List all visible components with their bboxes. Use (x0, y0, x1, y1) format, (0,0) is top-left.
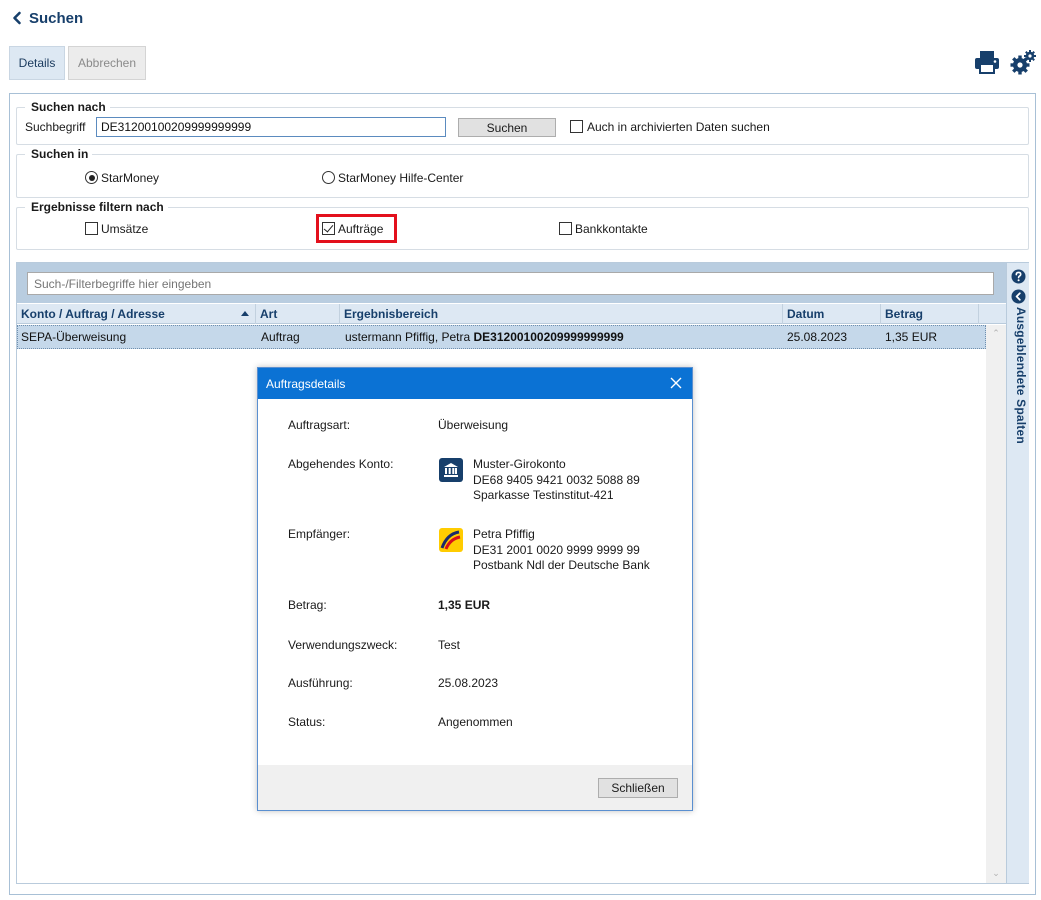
cell-account: SEPA-Überweisung (21, 330, 127, 344)
from-account-name: Muster-Girokonto (473, 457, 566, 471)
results-scrollbar[interactable]: ⌃ ⌄ (986, 325, 1006, 883)
column-header-area[interactable]: Ergebnisbereich (340, 304, 783, 324)
scroll-down-icon[interactable]: ⌄ (992, 869, 1000, 878)
cell-date: 25.08.2023 (787, 330, 848, 344)
help-icon[interactable] (1011, 269, 1026, 284)
dialog-titlebar: Auftragsdetails (258, 368, 692, 399)
dialog-footer: Schließen (258, 765, 692, 810)
search-term-label: Suchbegriff (25, 120, 86, 134)
scroll-up-icon[interactable]: ⌃ (992, 329, 1000, 338)
results-filter-bar (17, 263, 1006, 303)
results-filter-input[interactable] (27, 272, 994, 295)
print-icon[interactable] (974, 49, 1000, 75)
status-label: Status: (288, 715, 326, 729)
search-in-title: Suchen in (25, 147, 93, 161)
purpose-value: Test (438, 638, 461, 652)
filter-auftraege-checkbox[interactable] (322, 222, 335, 235)
cell-type: Auftrag (261, 330, 300, 344)
recipient-bank: Postbank Ndl der Deutsche Bank (473, 558, 650, 572)
hidden-columns-label: Ausgeblendete Spalten (1014, 307, 1028, 444)
sparkasse-bank-icon (439, 458, 463, 482)
column-header-date[interactable]: Datum (783, 304, 881, 324)
radio-help-center[interactable] (322, 171, 335, 184)
execution-value: 25.08.2023 (438, 676, 499, 690)
order-type-label: Auftragsart: (288, 418, 351, 432)
radio-starmoney[interactable] (85, 171, 98, 184)
search-button[interactable]: Suchen (458, 118, 556, 137)
filter-bankkontakte-label: Bankkontakte (575, 222, 648, 236)
archive-checkbox[interactable] (570, 120, 583, 133)
settings-gears-icon[interactable] (1010, 49, 1037, 76)
filter-umsaetze-checkbox[interactable] (85, 222, 98, 235)
filter-auftraege-label: Aufträge (338, 222, 384, 236)
column-header-type[interactable]: Art (256, 304, 340, 324)
search-by-title: Suchen nach (25, 100, 110, 114)
archive-label: Auch in archivierten Daten suchen (587, 120, 770, 134)
amount-value: 1,35 EUR (438, 598, 491, 612)
recipient-name: Petra Pfiffig (473, 527, 535, 541)
column-header-amount[interactable]: Betrag (881, 304, 979, 324)
recipient-details: Petra Pfiffig DE31 2001 0020 9999 9999 9… (473, 527, 650, 574)
from-account-iban: DE68 9405 9421 0032 5088 89 (473, 472, 640, 487)
from-account-details: Muster-Girokonto DE68 9405 9421 0032 508… (473, 457, 640, 504)
cancel-button[interactable]: Abbrechen (68, 46, 146, 80)
dialog-title: Auftragsdetails (266, 377, 346, 391)
order-details-dialog: Auftragsdetails Auftragsart: Überweisung… (257, 367, 693, 811)
back-link[interactable]: Suchen (10, 8, 83, 28)
from-account-bank: Sparkasse Testinstitut-421 (473, 488, 614, 502)
execution-label: Ausführung: (288, 676, 353, 690)
search-term-input[interactable] (96, 117, 446, 137)
chevron-left-icon (13, 11, 21, 25)
search-by-group: Suchen nach Suchbegriff Suchen Auch in a… (16, 100, 1029, 145)
filter-bankkontakte-checkbox[interactable] (559, 222, 572, 235)
radio-starmoney-label: StarMoney (101, 171, 160, 185)
hidden-columns-sidebar[interactable]: Ausgeblendete Spalten (1006, 263, 1029, 883)
recipient-iban: DE31 2001 0020 9999 9999 99 (473, 542, 640, 557)
search-in-group: Suchen in StarMoney StarMoney Hilfe-Cent… (16, 147, 1029, 198)
dialog-body: Auftragsart: Überweisung Abgehendes Kont… (258, 399, 692, 765)
sort-ascending-icon (241, 311, 249, 316)
column-header-account[interactable]: Konto / Auftrag / Adresse (17, 304, 256, 324)
close-button[interactable]: Schließen (598, 778, 678, 798)
back-label: Suchen (29, 9, 84, 27)
purpose-label: Verwendungszweck: (288, 638, 398, 652)
amount-label: Betrag: (288, 598, 327, 612)
recipient-label: Empfänger: (288, 527, 351, 541)
details-button[interactable]: Details (9, 46, 65, 80)
filter-title: Ergebnisse filtern nach (25, 200, 168, 214)
table-row[interactable]: SEPA-Überweisung Auftrag ustermann Pfiff… (17, 325, 986, 349)
radio-help-center-label: StarMoney Hilfe-Center (338, 171, 464, 185)
results-table-header: Konto / Auftrag / Adresse Art Ergebnisbe… (17, 304, 1006, 324)
collapse-left-icon[interactable] (1011, 289, 1026, 304)
filter-group: Ergebnisse filtern nach Umsätze Aufträge… (16, 200, 1029, 250)
cell-amount: 1,35 EUR (885, 330, 938, 344)
cell-area: ustermann Pfiffig, Petra DE3120010020999… (345, 330, 624, 344)
close-icon[interactable] (669, 376, 683, 390)
from-account-label: Abgehendes Konto: (288, 457, 394, 471)
postbank-bank-icon (439, 528, 463, 552)
filter-umsaetze-label: Umsätze (101, 222, 149, 236)
order-type-value: Überweisung (438, 418, 509, 432)
status-value: Angenommen (438, 715, 513, 729)
